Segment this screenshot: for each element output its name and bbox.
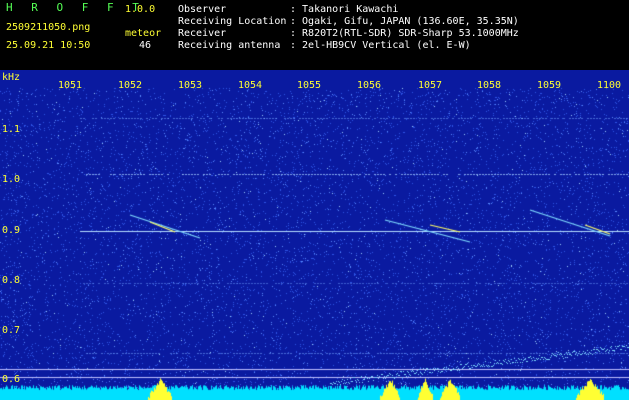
file-name: 2509211050.png [6,22,91,33]
info-value-location: : Ogaki, Gifu, JAPAN (136.60E, 35.35N) [290,16,519,27]
header: H R O F F T 1.0.0 2509211050.png meteor … [0,0,629,70]
x-tick: 1100 [597,80,622,91]
x-tick: 1059 [537,80,562,91]
y-tick: 0.7 [2,325,21,336]
info-label-observer: Observer [178,4,227,15]
info-label-receiver: Receiver [178,28,227,39]
meteor-label: meteor [125,28,162,39]
y-tick: 0.8 [2,275,21,286]
meteor-count: 46 [139,40,152,51]
x-tick: 1052 [118,80,143,91]
x-tick: 1051 [58,80,83,91]
info-value-receiver: : R820T2(RTL-SDR) SDR-Sharp 53.1000MHz [290,28,519,39]
x-tick: 1057 [418,80,443,91]
x-tick: 1053 [178,80,203,91]
info-value-antenna: : 2el-HB9CV Vertical (el. E-W) [290,40,471,51]
info-label-location: Receiving Location [178,16,287,27]
app-version: 1.0.0 [125,4,156,15]
spectrogram-waterfall [0,70,629,400]
x-tick: 1055 [297,80,322,91]
x-tick: 1056 [357,80,382,91]
y-tick: 0.6 [2,374,21,385]
x-tick: 1054 [238,80,263,91]
date-time: 25.09.21 10:50 [6,40,91,51]
y-tick: 1.1 [2,124,21,135]
y-tick: 1.0 [2,174,21,185]
x-tick: 1058 [477,80,502,91]
y-axis-unit: kHz [2,72,21,83]
info-value-observer: : Takanori Kawachi [290,4,399,15]
y-tick: 0.9 [2,225,21,236]
info-label-antenna: Receiving antenna [178,40,281,51]
